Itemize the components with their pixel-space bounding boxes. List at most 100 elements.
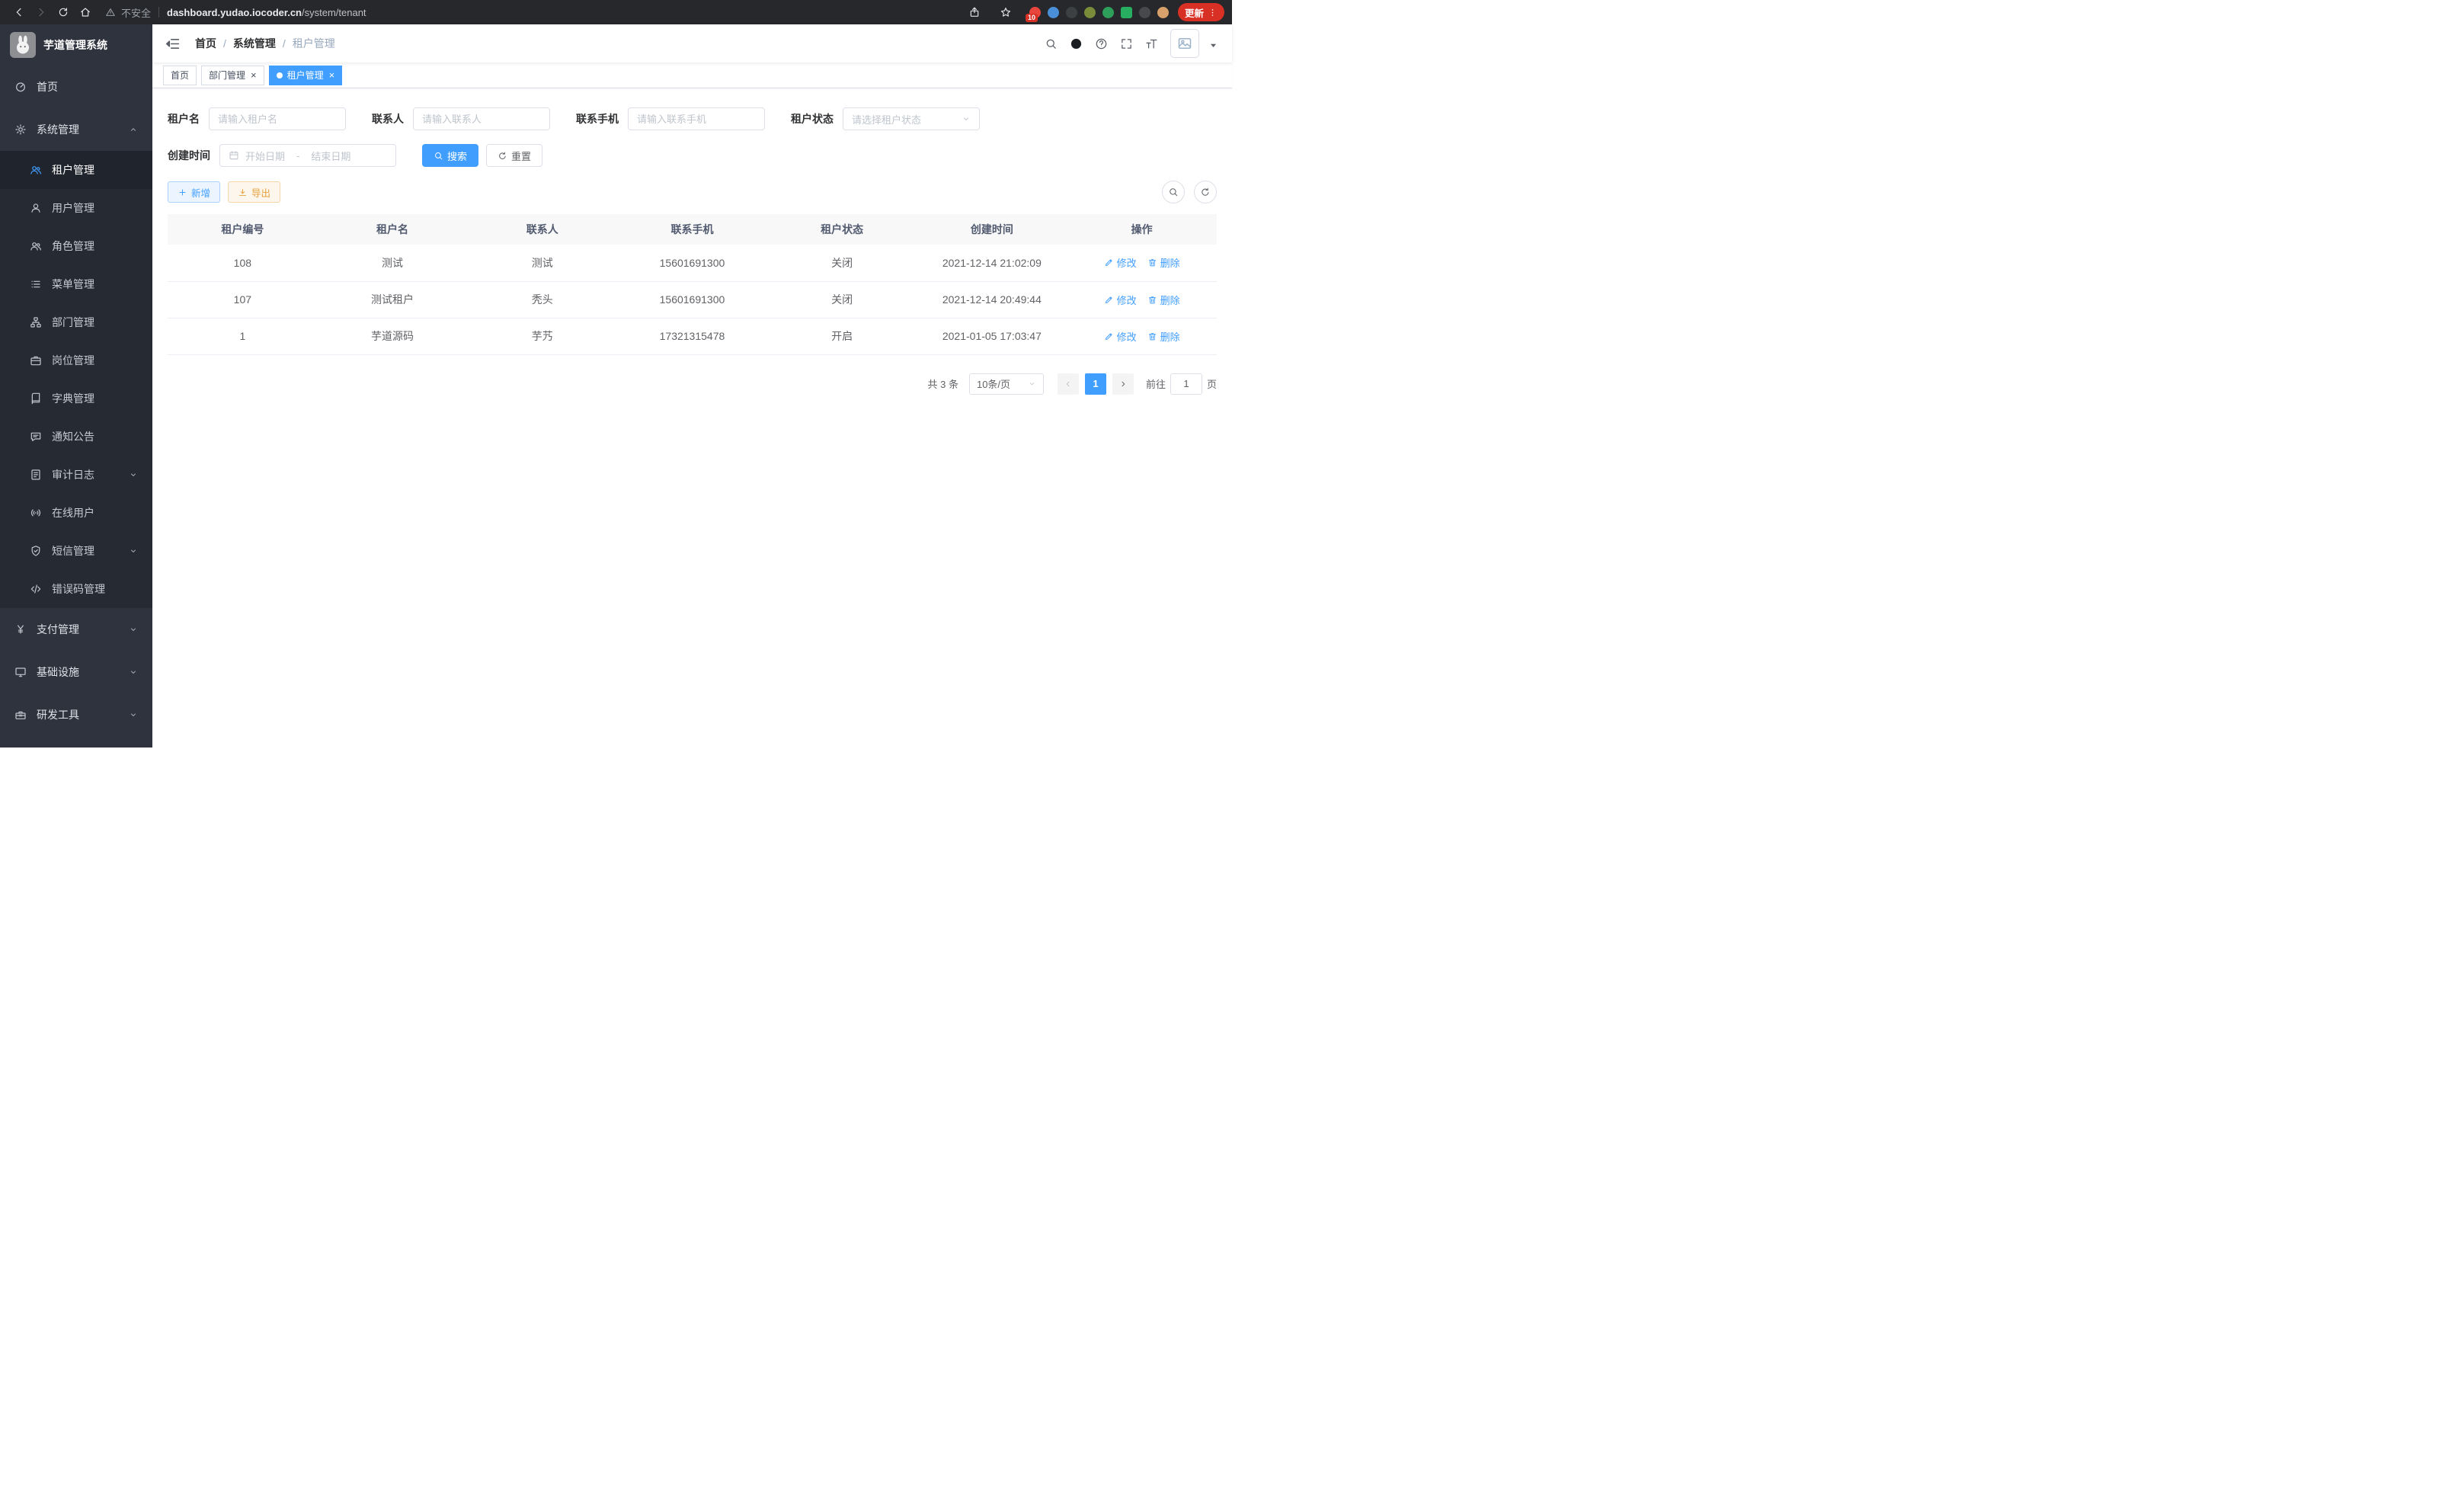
user-avatar[interactable] bbox=[1170, 29, 1199, 58]
sidebar-item-16[interactable]: 基础设施 bbox=[0, 651, 152, 693]
sidebar-item-label: 系统管理 bbox=[37, 122, 79, 137]
phone-input[interactable] bbox=[628, 107, 765, 130]
goto-page-input[interactable] bbox=[1170, 373, 1202, 395]
browser-home-button[interactable] bbox=[74, 2, 96, 24]
create-time-range-picker[interactable]: 开始日期 - 结束日期 bbox=[219, 144, 396, 167]
share-button[interactable] bbox=[964, 2, 986, 24]
trash-icon bbox=[1147, 295, 1157, 305]
page-size-select[interactable]: 10条/页 bbox=[969, 373, 1044, 395]
tags-view-bar: 首页部门管理× 租户管理 × bbox=[152, 62, 1232, 88]
toggle-search-button[interactable] bbox=[1162, 181, 1185, 203]
app-logo[interactable]: 芋道管理系统 bbox=[0, 24, 152, 66]
docs-help-icon[interactable] bbox=[1095, 37, 1108, 50]
header-search-icon[interactable] bbox=[1045, 37, 1058, 50]
prev-page-button[interactable] bbox=[1058, 373, 1079, 395]
browser-menu-icon[interactable] bbox=[1208, 8, 1218, 18]
sidebar-item-10[interactable]: 通知公告 bbox=[0, 418, 152, 456]
browser-back-button[interactable] bbox=[8, 2, 30, 24]
refresh-table-button[interactable] bbox=[1194, 181, 1217, 203]
extension-blue-icon[interactable] bbox=[1048, 7, 1059, 18]
extension-green-y-icon[interactable] bbox=[1102, 7, 1114, 18]
extension-olive-icon[interactable] bbox=[1084, 7, 1096, 18]
sidebar-item-8[interactable]: 岗位管理 bbox=[0, 341, 152, 379]
tab-label: 租户管理 bbox=[287, 69, 324, 82]
sidebar-item-14[interactable]: 错误码管理 bbox=[0, 570, 152, 608]
address-bar[interactable]: 不安全 dashboard.yudao.iocoder.cn/system/te… bbox=[105, 5, 366, 20]
delete-link[interactable]: 删除 bbox=[1147, 255, 1180, 270]
tab-3[interactable]: 租户管理 × bbox=[269, 66, 343, 85]
close-icon[interactable]: × bbox=[251, 70, 257, 80]
contact-input[interactable] bbox=[413, 107, 550, 130]
chrome-update-button[interactable]: 更新 bbox=[1178, 3, 1224, 21]
sidebar-item-11[interactable]: 审计日志 bbox=[0, 456, 152, 494]
extension-dark-icon[interactable] bbox=[1066, 7, 1077, 18]
delete-link[interactable]: 删除 bbox=[1147, 329, 1180, 344]
breadcrumb-item-2[interactable]: 系统管理 bbox=[233, 36, 276, 51]
range-separator: - bbox=[296, 150, 299, 162]
tenant-status-select[interactable]: 请选择租户状态 bbox=[843, 107, 980, 130]
avatar-caret-icon[interactable] bbox=[1207, 39, 1220, 52]
sidebar-item-9[interactable]: 字典管理 bbox=[0, 379, 152, 418]
sidebar-item-6[interactable]: 菜单管理 bbox=[0, 265, 152, 303]
github-icon[interactable] bbox=[1070, 37, 1083, 50]
tenant-name-input[interactable] bbox=[209, 107, 346, 130]
sidebar-item-15[interactable]: 支付管理 bbox=[0, 608, 152, 651]
trash-icon bbox=[1147, 258, 1157, 267]
extension-green-chat-icon[interactable] bbox=[1121, 7, 1132, 18]
tab-1[interactable]: 首页 bbox=[163, 66, 197, 85]
next-page-button[interactable] bbox=[1112, 373, 1134, 395]
sidebar-item-1[interactable]: 首页 bbox=[0, 66, 152, 108]
tab-label: 首页 bbox=[171, 69, 189, 82]
contact-field: 联系人 bbox=[372, 107, 550, 130]
bubble-icon bbox=[30, 431, 42, 443]
reset-button[interactable]: 重置 bbox=[486, 144, 542, 167]
fullscreen-icon[interactable] bbox=[1120, 37, 1133, 50]
sidebar-item-7[interactable]: 部门管理 bbox=[0, 303, 152, 341]
sidebar-item-12[interactable]: 在线用户 bbox=[0, 494, 152, 532]
delete-link[interactable]: 删除 bbox=[1147, 293, 1180, 307]
extension-puzzle-icon[interactable] bbox=[1139, 7, 1150, 18]
bookmark-button[interactable] bbox=[995, 2, 1017, 24]
gauge-icon bbox=[14, 81, 27, 93]
table-body: 108测试测试15601691300关闭2021-12-14 21:02:09修… bbox=[168, 245, 1217, 354]
pagination-total: 共 3 条 bbox=[928, 376, 958, 391]
phone-cell: 17321315478 bbox=[617, 318, 767, 354]
breadcrumb-item-1[interactable]: 首页 bbox=[195, 36, 216, 51]
edit-icon bbox=[1104, 331, 1114, 341]
not-secure-icon bbox=[105, 7, 116, 18]
font-size-icon[interactable] bbox=[1145, 37, 1158, 50]
chevron-down-icon bbox=[1028, 379, 1036, 388]
sidebar-item-2[interactable]: 系统管理 bbox=[0, 108, 152, 151]
extension-profile-icon[interactable] bbox=[1157, 7, 1169, 18]
add-button[interactable]: 新增 bbox=[168, 181, 220, 203]
sidebar-item-4[interactable]: 用户管理 bbox=[0, 189, 152, 227]
edit-link[interactable]: 修改 bbox=[1104, 293, 1137, 307]
browser-forward-button[interactable] bbox=[30, 2, 52, 24]
collapse-sidebar-icon[interactable] bbox=[165, 36, 181, 52]
browser-reload-button[interactable] bbox=[52, 2, 74, 24]
sidebar-item-3[interactable]: 租户管理 bbox=[0, 151, 152, 189]
tab-2[interactable]: 部门管理× bbox=[201, 66, 264, 85]
sidebar-item-label: 字典管理 bbox=[52, 391, 94, 406]
search-icon bbox=[434, 151, 443, 161]
active-tab-dot bbox=[277, 72, 283, 78]
sidebar-item-5[interactable]: 角色管理 bbox=[0, 227, 152, 265]
top-navbar: 首页/系统管理/租户管理 bbox=[152, 24, 1232, 62]
search-button[interactable]: 搜索 bbox=[422, 144, 478, 167]
close-icon[interactable]: × bbox=[329, 70, 335, 80]
created-cell: 2021-12-14 21:02:09 bbox=[917, 245, 1067, 281]
tenant-name-field: 租户名 bbox=[168, 107, 346, 130]
page-1-button[interactable]: 1 bbox=[1085, 373, 1106, 395]
sidebar-item-13[interactable]: 短信管理 bbox=[0, 532, 152, 570]
filter-row-2: 创建时间 开始日期 - 结束日期 搜索 重置 bbox=[168, 144, 1217, 167]
chevron-down-icon bbox=[962, 114, 971, 123]
export-button-label: 导出 bbox=[251, 185, 270, 200]
extensions-area: 10 bbox=[1029, 7, 1169, 18]
refresh-icon bbox=[1200, 187, 1211, 197]
chevron-down-icon bbox=[129, 667, 138, 677]
export-button[interactable]: 导出 bbox=[228, 181, 280, 203]
edit-link[interactable]: 修改 bbox=[1104, 329, 1137, 344]
refresh-icon bbox=[498, 151, 507, 161]
edit-link[interactable]: 修改 bbox=[1104, 255, 1137, 270]
sidebar-item-17[interactable]: 研发工具 bbox=[0, 693, 152, 736]
